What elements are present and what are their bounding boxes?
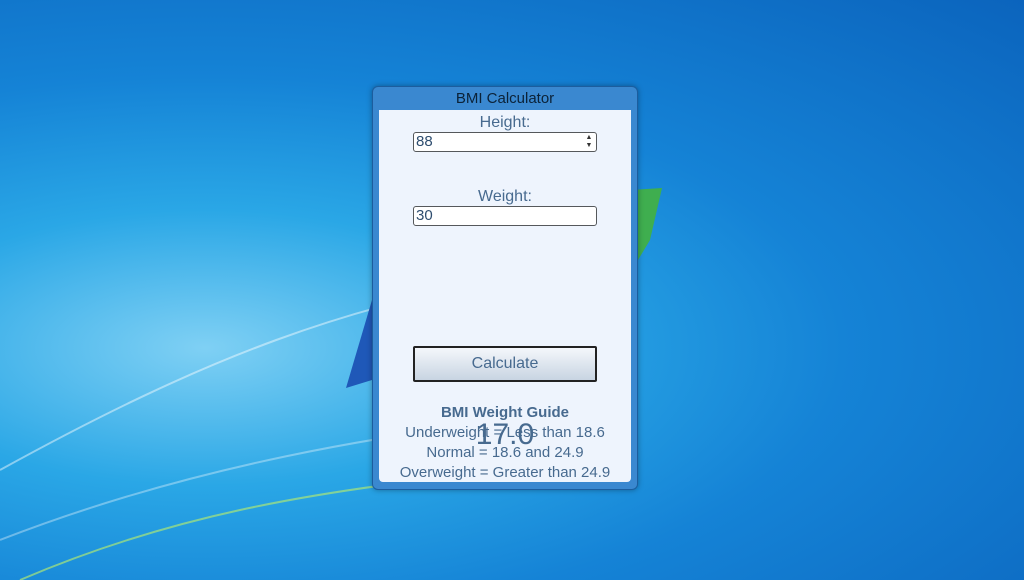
height-input[interactable]: 88 ▲ ▼ [413, 132, 597, 152]
guide-line-normal: Normal = 18.6 and 24.9 [426, 444, 584, 461]
calculator-panel: Height: 88 ▲ ▼ Weight: 30 Calculate 17.0 … [379, 110, 631, 482]
guide-title: BMI Weight Guide [440, 404, 570, 421]
guide-line-overweight: Overweight = Greater than 24.9 [399, 464, 611, 481]
weight-value: 30 [416, 207, 433, 224]
weight-label: Weight: [478, 188, 532, 205]
height-label: Height: [479, 114, 531, 131]
weight-input[interactable]: 30 [413, 206, 597, 226]
calculate-button[interactable]: Calculate [413, 346, 597, 382]
guide-line-underweight: Underweight = Less than 18.6 [405, 424, 605, 441]
height-value: 88 [416, 133, 433, 150]
bmi-calculator-window: BMI Calculator Height: 88 ▲ ▼ Weight: 30 … [372, 86, 638, 490]
spinner-arrows-icon[interactable]: ▲ ▼ [584, 134, 594, 150]
window-title[interactable]: BMI Calculator [373, 87, 637, 109]
